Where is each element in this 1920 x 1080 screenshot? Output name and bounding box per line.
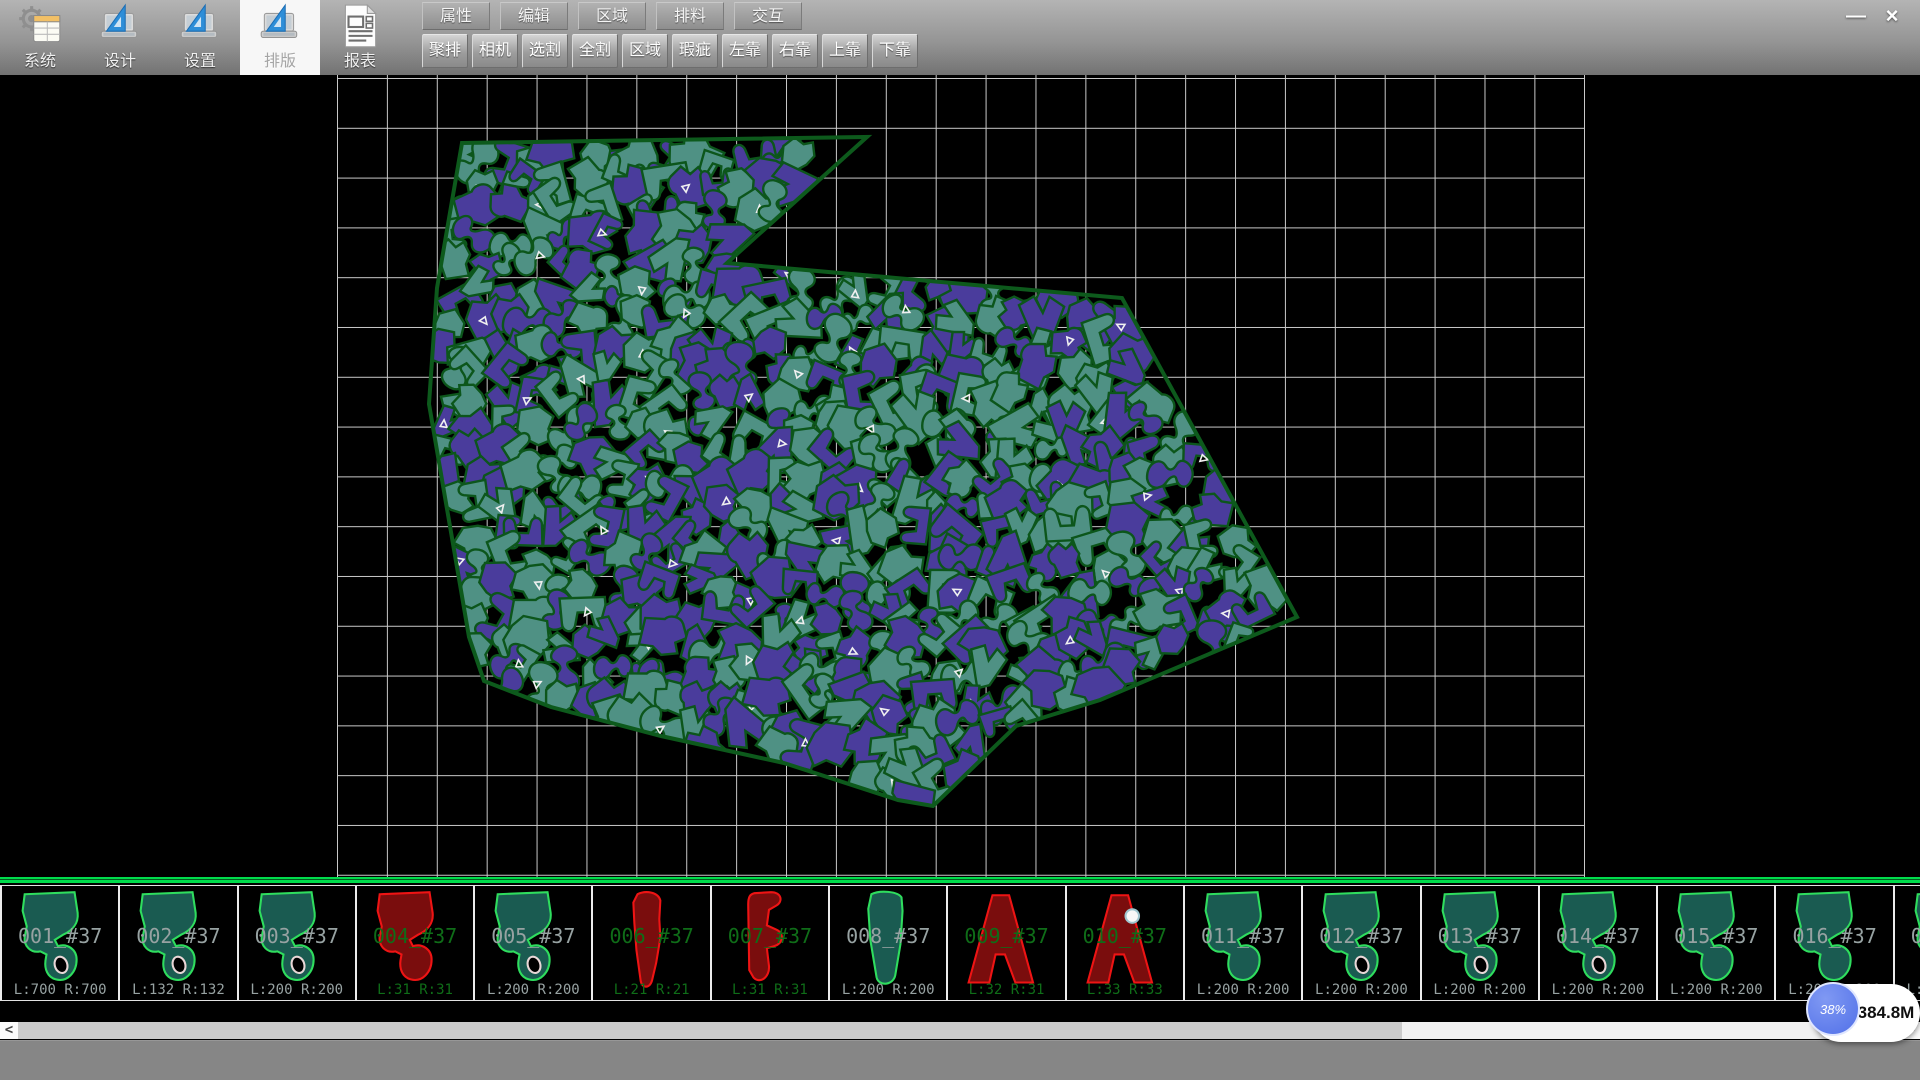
piece-thumbnail-008_#37[interactable]: 008_#37 L:200 R:200: [828, 886, 946, 1000]
piece-number-label: 015_#37: [1658, 924, 1774, 948]
action-button-8[interactable]: 上靠: [822, 34, 868, 68]
scroll-left-arrow[interactable]: <: [0, 1022, 19, 1039]
report-icon: [337, 3, 383, 51]
piece-lr-count-label: L:200 R:200: [830, 982, 946, 998]
minimize-button[interactable]: —: [1840, 2, 1872, 30]
action-button-2[interactable]: 选割: [522, 34, 568, 68]
piece-thumbnail-011_#37[interactable]: 011_#37 L:200 R:200: [1183, 886, 1301, 1000]
piece-number-label: 010_#37: [1067, 924, 1183, 948]
status-bar: [0, 1040, 1920, 1080]
piece-thumbnail-strip: 001_#37L:700 R:700002_#37L:132 R:132003_…: [0, 885, 1920, 1001]
menu-tab-2[interactable]: 区域: [578, 2, 646, 30]
nested-piece[interactable]: [899, 505, 930, 546]
toolbar-button-0[interactable]: 系统: [0, 0, 80, 75]
action-button-5[interactable]: 瑕疵: [672, 34, 718, 68]
piece-number-label: 006_#37: [593, 924, 709, 948]
menu-tab-4[interactable]: 交互: [734, 2, 802, 30]
action-button-4[interactable]: 区域: [622, 34, 668, 68]
piece-lr-count-label: L:200 R:200: [1185, 982, 1301, 998]
piece-number-label: 005_#37: [475, 924, 591, 948]
piece-lr-count-label: L:200 R:200: [239, 982, 355, 998]
piece-number-label: 009_#37: [948, 924, 1064, 948]
piece-number-label: 002_#37: [120, 924, 236, 948]
thumbnail-separator-line: [0, 877, 1920, 883]
piece-number-label: 012_#37: [1303, 924, 1419, 948]
action-button-6[interactable]: 左靠: [722, 34, 768, 68]
piece-thumbnail-007_#37[interactable]: 007_#37 L:31 R:31: [710, 886, 828, 1000]
piece-number-label: 008_#37: [830, 924, 946, 948]
action-button-3[interactable]: 全割: [572, 34, 618, 68]
piece-number-label: 011_#37: [1185, 924, 1301, 948]
piece-number-label: 017_#37: [1895, 924, 1920, 948]
menu-tab-0[interactable]: 属性: [422, 2, 490, 30]
piece-lr-count-label: L:31 R:31: [357, 982, 473, 998]
nested-pieces-group: [419, 110, 1294, 827]
memory-size-label: 384.8M: [1854, 984, 1918, 1042]
piece-thumbnail-012_#37[interactable]: 012_#37 L:200 R:200: [1301, 886, 1419, 1000]
toolbar-button-3[interactable]: 排版: [240, 0, 320, 75]
action-button-7[interactable]: 右靠: [772, 34, 818, 68]
piece-lr-count-label: L:200 R:200: [1540, 982, 1656, 998]
piece-thumbnail-005_#37[interactable]: 005_#37 L:200 R:200: [473, 886, 591, 1000]
piece-thumbnail-001_#37[interactable]: 001_#37 L:700 R:700: [0, 886, 118, 1000]
application-window: 系统设计设置排版报表 属性编辑区域排料交互 聚排相机选割全割区域瑕疵左靠右靠上靠…: [0, 0, 1920, 1080]
toolbar-button-label: 系统: [24, 51, 56, 73]
piece-number-label: 014_#37: [1540, 924, 1656, 948]
piece-thumbnail-015_#37[interactable]: 015_#37 L:200 R:200: [1656, 886, 1774, 1000]
piece-lr-count-label: L:200 R:200: [1422, 982, 1538, 998]
piece-lr-count-label: L:31 R:31: [712, 982, 828, 998]
toolbar-button-1[interactable]: 设计: [80, 0, 160, 75]
piece-lr-count-label: L:33 R:33: [1067, 982, 1183, 998]
piece-thumbnail-006_#37[interactable]: 006_#37 L:21 R:21: [591, 886, 709, 1000]
layout-icon: [257, 3, 303, 51]
piece-lr-count-label: L:200 R:200: [475, 982, 591, 998]
main-toolbar: 系统设计设置排版报表 属性编辑区域排料交互 聚排相机选割全割区域瑕疵左靠右靠上靠…: [0, 0, 1920, 75]
piece-thumbnail-004_#37[interactable]: 004_#37 L:31 R:31: [355, 886, 473, 1000]
action-button-0[interactable]: 聚排: [422, 34, 468, 68]
menu-tab-3[interactable]: 排料: [656, 2, 724, 30]
toolbar-button-2[interactable]: 设置: [160, 0, 240, 75]
toolbar-button-label: 设置: [184, 51, 216, 73]
memory-usage-badge: 384.8M 38%: [1806, 980, 1920, 1044]
settings-icon: [177, 3, 223, 51]
nested-piece[interactable]: [1155, 623, 1190, 656]
piece-lr-count-label: L:32 R:31: [948, 982, 1064, 998]
piece-thumbnail-013_#37[interactable]: 013_#37 L:200 R:200: [1420, 886, 1538, 1000]
piece-number-label: 013_#37: [1422, 924, 1538, 948]
piece-thumbnail-009_#37[interactable]: 009_#37 L:32 R:31: [946, 886, 1064, 1000]
horizontal-scrollbar[interactable]: < >: [0, 1022, 1920, 1039]
piece-number-label: 016_#37: [1776, 924, 1892, 948]
piece-number-label: 004_#37: [357, 924, 473, 948]
action-button-9[interactable]: 下靠: [872, 34, 918, 68]
system-gear-icon: [17, 3, 63, 51]
toolbar-button-label: 设计: [104, 51, 136, 73]
piece-number-label: 001_#37: [2, 924, 118, 948]
piece-lr-count-label: L:200 R:200: [1303, 982, 1419, 998]
menu-tab-1[interactable]: 编辑: [500, 2, 568, 30]
piece-lr-count-label: L:21 R:21: [593, 982, 709, 998]
piece-thumbnail-010_#37[interactable]: 010_#37 L:33 R:33: [1065, 886, 1183, 1000]
piece-thumbnail-014_#37[interactable]: 014_#37 L:200 R:200: [1538, 886, 1656, 1000]
design-icon: [97, 3, 143, 51]
piece-lr-count-label: L:132 R:132: [120, 982, 236, 998]
piece-number-label: 003_#37: [239, 924, 355, 948]
toolbar-button-label: 排版: [264, 51, 296, 73]
toolbar-button-label: 报表: [344, 51, 376, 73]
close-button[interactable]: ×: [1876, 2, 1908, 30]
toolbar-button-4[interactable]: 报表: [320, 0, 400, 75]
piece-lr-count-label: L:700 R:700: [2, 982, 118, 998]
piece-thumbnail-002_#37[interactable]: 002_#37 L:132 R:132: [118, 886, 236, 1000]
piece-lr-count-label: L:200 R:200: [1658, 982, 1774, 998]
piece-number-label: 007_#37: [712, 924, 828, 948]
progress-circle: 38%: [1806, 982, 1860, 1036]
progress-percent-label: 38%: [1820, 1002, 1846, 1017]
action-button-1[interactable]: 相机: [472, 34, 518, 68]
piece-thumbnail-003_#37[interactable]: 003_#37 L:200 R:200: [237, 886, 355, 1000]
scrollbar-thumb[interactable]: [18, 1022, 1402, 1039]
